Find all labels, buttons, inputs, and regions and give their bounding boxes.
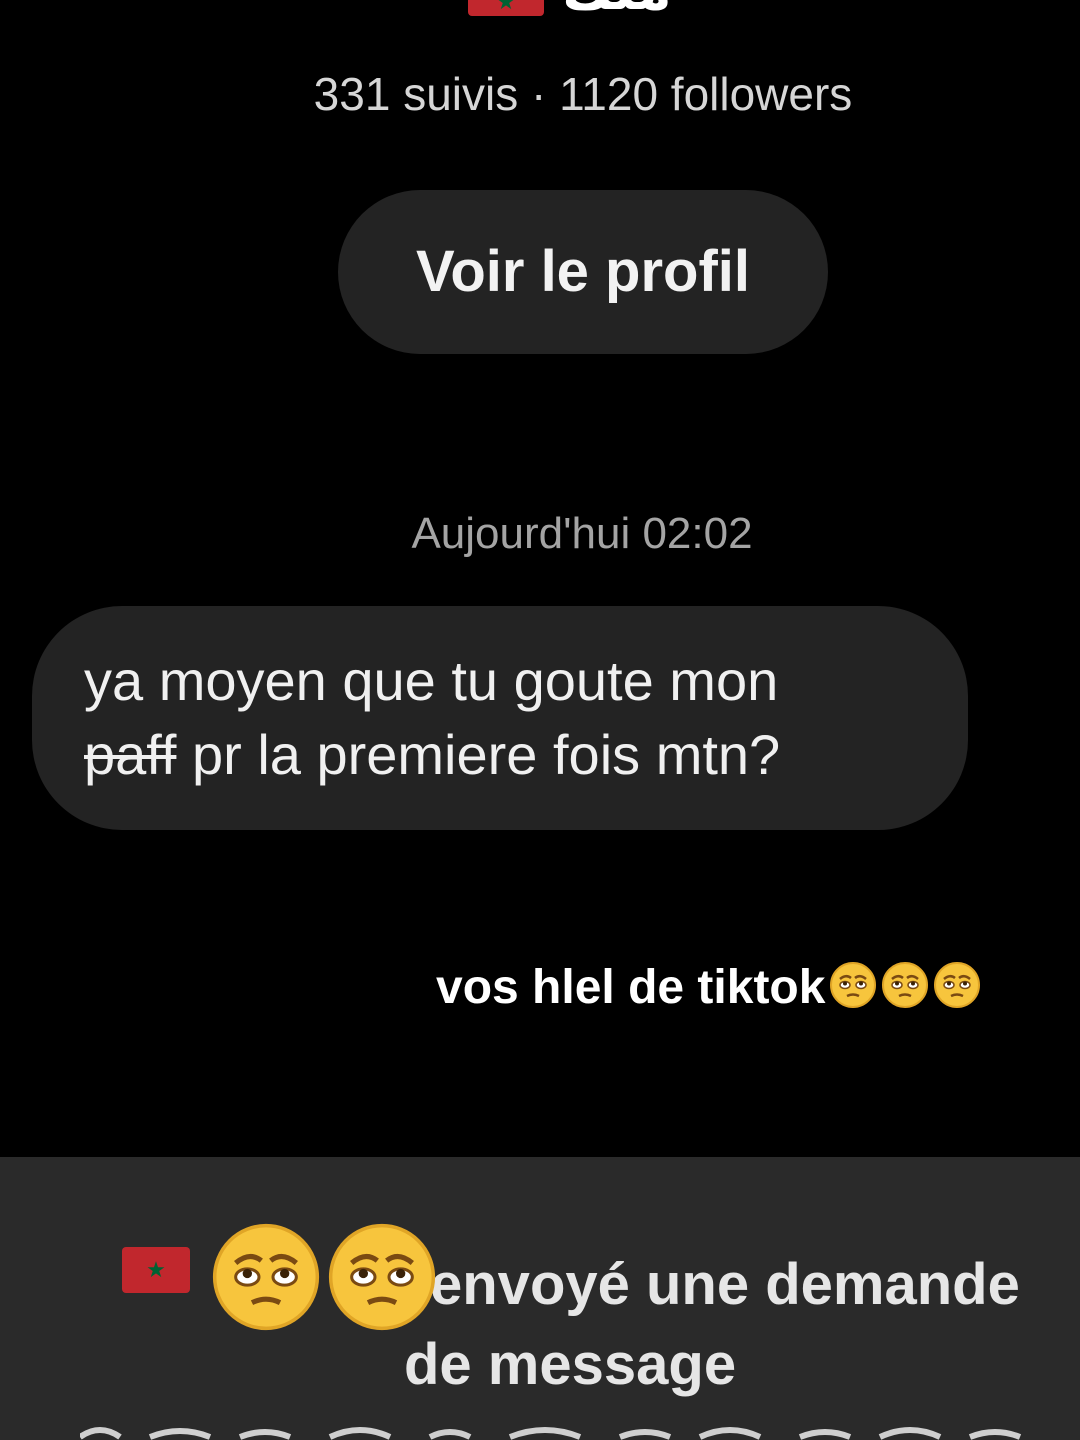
dm-screen: ★ ملك 331 suivis · 1120 followers Voir l… [0,0,1080,1440]
morocco-flag-icon: ★ [122,1247,190,1293]
follower-stats: 331 suivis · 1120 followers [313,68,853,120]
request-line-2: de message [404,1332,737,1397]
pensive-face-emoji-icon [328,1223,436,1331]
message-timestamp: Aujourd'hui 02:02 [411,509,753,558]
morocco-flag-icon: ★ [468,0,544,16]
profile-name: ملك [562,0,672,18]
message-line-1: ya moyen que tu goute mon [84,649,779,712]
struck-word: paff [84,723,177,786]
pensive-face-emoji-icon [212,1223,320,1331]
message-line-2: paff pr la premiere fois mtn? [84,718,928,792]
pensive-face-emoji-icon [830,962,877,1008]
profile-header: ★ ملك [0,0,1080,22]
request-line-1: envoyé une demande [430,1252,1020,1317]
view-profile-button[interactable]: Voir le profil [338,190,828,354]
pensive-face-emoji-icon [934,962,981,1008]
pensive-face-emoji-icon [882,962,929,1008]
overlay-caption: vos hlel de tiktok [436,956,981,1020]
overlay-caption-text: vos hlel de tiktok [436,961,826,1014]
message-bubble[interactable]: ya moyen que tu goute mon paff pr la pre… [32,606,968,830]
message-line-2-rest: pr la premiere fois mtn? [176,723,781,786]
message-request-panel: ★ envoyé une demande de message [0,1157,1080,1440]
cut-off-text-line [80,1427,1022,1440]
